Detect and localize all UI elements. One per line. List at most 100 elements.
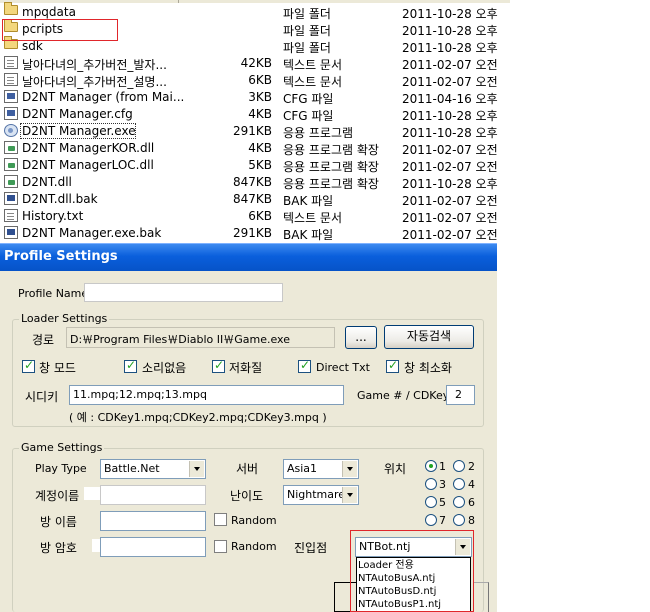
file-row[interactable]: D2NT ManagerKOR.dll 4KB 응용 프로그램 확장 2011-02-… [0, 140, 510, 157]
file-type: 텍스트 문서 [283, 75, 343, 89]
server-select[interactable]: Asia1 [283, 459, 359, 479]
file-row[interactable]: D2NT Manager.exe.bak 291KB BAK 파일 2011-02-0… [0, 225, 510, 242]
direct-txt-checkbox[interactable] [298, 358, 311, 373]
file-row[interactable]: History.txt 6KB 텍스트 문서 2011-02-07 오전 [0, 208, 510, 225]
room-name-random-checkbox[interactable] [214, 513, 227, 526]
folder-icon [4, 2, 18, 15]
position-radio-label: 6 [468, 496, 475, 509]
file-name: sdk [22, 39, 43, 53]
dll-file-icon [4, 158, 18, 171]
no-sound-checkbox[interactable] [124, 358, 137, 373]
cfg-file-icon [4, 107, 18, 120]
file-row[interactable]: D2NT Manager (from Mai... 3KB CFG 파일 2011-0… [0, 89, 510, 106]
position-radio-5[interactable] [425, 496, 437, 508]
dll-file-icon [4, 141, 18, 154]
difficulty-value: Nightmare [287, 488, 346, 501]
position-radio-label: 2 [468, 460, 475, 473]
file-date: 2011-10-28 오후 [402, 177, 498, 191]
random-label: Random [231, 540, 277, 553]
file-list: mpqdata 파일 폴더 2011-10-28 오후 pcripts 파일 폴더 20… [0, 0, 510, 242]
file-type: 텍스트 문서 [283, 211, 343, 225]
chevron-down-icon[interactable] [189, 461, 204, 477]
cdkey-label: 시디키 [25, 390, 59, 404]
file-row[interactable]: 날아다녀의_추가버전_설명... 6KB 텍스트 문서 2011-02-07 오전 [0, 72, 510, 89]
file-name: 날아다녀의_추가버전_설명... [22, 75, 167, 89]
room-password-random-checkbox[interactable] [214, 540, 227, 553]
file-name: D2NT ManagerLOC.dll [22, 158, 154, 172]
selection-focus-box [20, 123, 136, 139]
file-date: 2011-02-07 오전 [402, 143, 498, 157]
file-date: 2011-02-07 오전 [402, 228, 498, 242]
cfg-file-icon [4, 90, 18, 103]
game-cdkey-label: Game # / CDKey [357, 389, 450, 402]
file-name: D2NT Manager.exe.bak [22, 226, 162, 240]
window-mode-label: 창 모드 [39, 361, 76, 375]
browse-button[interactable]: ... [345, 326, 377, 349]
file-size: 4KB [248, 107, 272, 121]
game-cdkey-input[interactable]: 2 [446, 385, 475, 405]
file-size: 847KB [232, 192, 272, 206]
play-type-select[interactable]: Battle.Net [100, 459, 206, 479]
position-radio-2[interactable] [453, 460, 465, 472]
window-mode-checkbox[interactable] [22, 358, 35, 373]
position-radio-4[interactable] [453, 478, 465, 490]
position-radio-label: 1 [439, 460, 446, 473]
text-file-icon [4, 73, 18, 86]
file-name: mpqdata [22, 5, 76, 19]
autosearch-button[interactable]: 자동검색 [384, 325, 474, 349]
file-type: 파일 폴더 [283, 41, 331, 55]
file-row[interactable]: D2NT ManagerLOC.dll 5KB 응용 프로그램 확장 2011-02-… [0, 157, 510, 174]
file-size: 5KB [248, 158, 272, 172]
file-date: 2011-10-28 오후 [402, 126, 498, 140]
account-name-label: 계정이름 [35, 489, 80, 503]
no-sound-label: 소리없음 [142, 361, 187, 375]
file-name: D2NT.dll.bak [22, 192, 98, 206]
direct-txt-label: Direct Txt [316, 361, 370, 374]
position-radio-1[interactable] [425, 460, 437, 472]
bak-file-icon [4, 226, 18, 239]
position-radio-7[interactable] [425, 514, 437, 526]
position-radio-label: 8 [468, 514, 475, 527]
file-size: 847KB [232, 175, 272, 189]
low-quality-checkbox[interactable] [212, 358, 225, 373]
chevron-down-icon[interactable] [342, 487, 357, 503]
exe-file-icon [4, 124, 18, 137]
file-row[interactable]: 날아다녀의_추가버전_발자... 42KB 텍스트 문서 2011-02-07 오전 [0, 55, 510, 72]
file-name: D2NT.dll [22, 175, 72, 189]
minimize-window-checkbox[interactable] [386, 358, 399, 373]
low-quality-label: 저화질 [229, 361, 263, 375]
file-type: 응용 프로그램 확장 [283, 177, 379, 191]
file-type: 파일 폴더 [283, 24, 331, 38]
position-radio-3[interactable] [425, 478, 437, 490]
file-date: 2011-10-28 오후 [402, 24, 498, 38]
file-size: 6KB [248, 73, 272, 87]
cancel-button[interactable] [474, 582, 489, 612]
cdkey-input[interactable]: 11.mpq;12.mpq;13.mpq [69, 385, 344, 405]
file-list-header [0, 0, 510, 3]
path-input[interactable]: D:￦Program Files￦Diablo II￦Game.exe [66, 327, 335, 348]
file-name: D2NT Manager (from Mai... [22, 90, 185, 104]
file-row[interactable]: D2NT.dll.bak 847KB BAK 파일 2011-02-07 오전 [0, 191, 510, 208]
profile-name-input[interactable] [84, 283, 283, 302]
position-radio-8[interactable] [453, 514, 465, 526]
text-file-icon [4, 209, 18, 222]
file-size: 42KB [240, 56, 272, 70]
difficulty-select[interactable]: Nightmare [283, 485, 359, 505]
dialog-title: Profile Settings [4, 249, 118, 264]
chevron-down-icon[interactable] [342, 461, 357, 477]
file-date: 2011-04-16 오후 [402, 92, 498, 106]
dialog-titlebar[interactable]: Profile Settings [0, 243, 497, 271]
account-name-input[interactable] [100, 485, 206, 505]
position-radio-6[interactable] [453, 496, 465, 508]
room-password-input[interactable] [100, 537, 206, 557]
room-name-input[interactable] [100, 511, 206, 531]
position-radio-label: 4 [468, 478, 475, 491]
file-date: 2011-02-07 오전 [402, 75, 498, 89]
server-value: Asia1 [287, 462, 318, 475]
file-row[interactable]: D2NT Manager.cfg 4KB CFG 파일 2011-10-28 오후 [0, 106, 510, 123]
file-row[interactable]: D2NT.dll 847KB 응용 프로그램 확장 2011-10-28 오후 [0, 174, 510, 191]
position-radio-label: 3 [439, 478, 446, 491]
profile-name-label: Profile Name [18, 287, 89, 300]
file-date: 2011-02-07 오전 [402, 211, 498, 225]
random-label: Random [231, 514, 277, 527]
